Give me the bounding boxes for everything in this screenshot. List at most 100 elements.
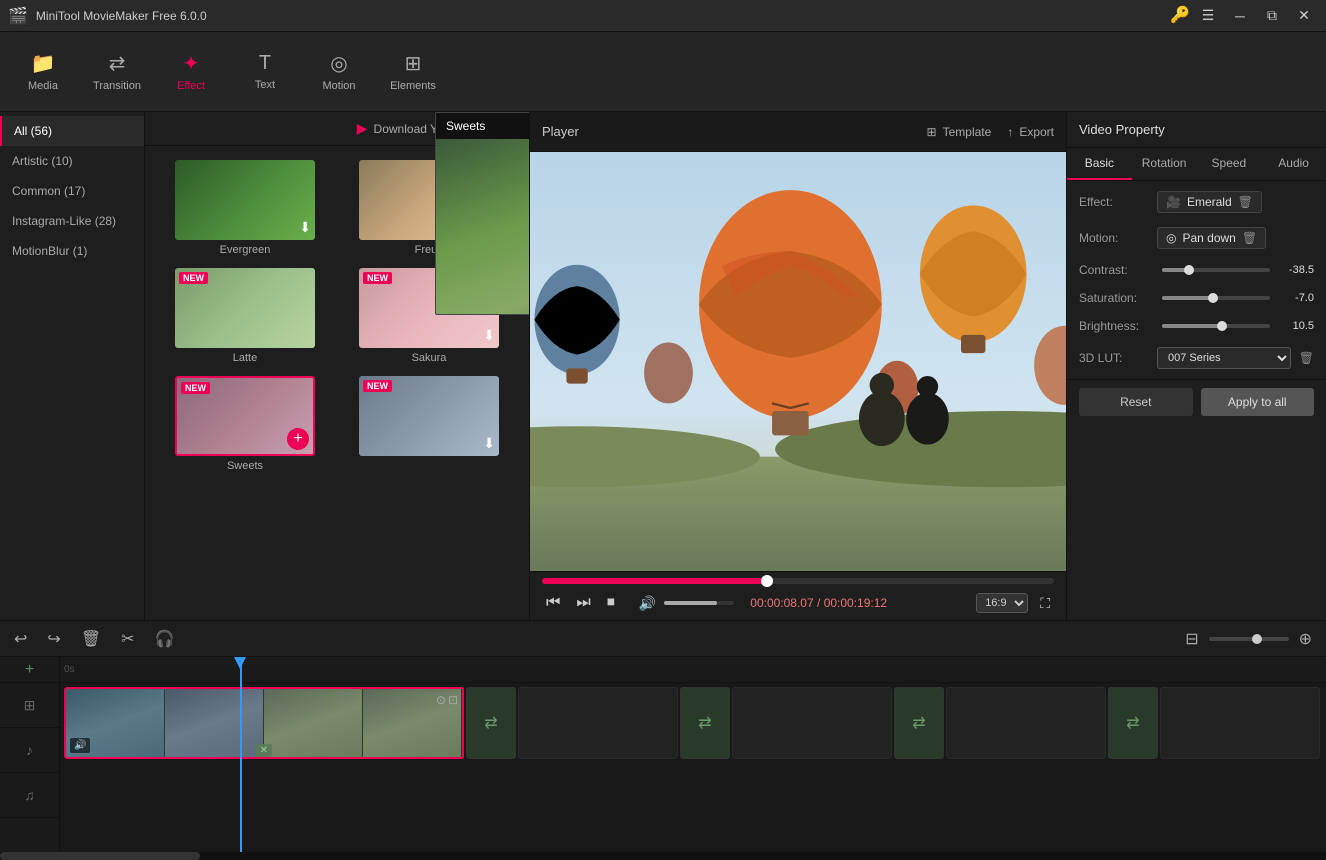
app-icon: 🎬 [8, 6, 28, 26]
motion-delete-btn[interactable]: 🗑 [1242, 231, 1257, 245]
download-icon: ⬇ [299, 219, 311, 236]
reset-btn[interactable]: Reset [1079, 388, 1193, 416]
download-icon: ⬇ [483, 435, 495, 452]
effect-sweets[interactable]: NEW + Sweets [153, 370, 337, 478]
zoom-out-btn[interactable]: ⊟ [1179, 625, 1204, 653]
timeline-tracks: ⊙ ⊡ 🔊 ✕ ⇄ ⇄ [60, 683, 1326, 833]
new-badge: NEW [363, 380, 392, 392]
video-frame [530, 152, 1066, 571]
skip-forward-btn[interactable]: ⏭ [572, 592, 594, 614]
zoom-in-btn[interactable]: ⊕ [1293, 625, 1318, 653]
effects-inner: All (56) Artistic (10) Common (17) Insta… [0, 112, 529, 620]
saturation-row: Saturation: -7.0 [1079, 291, 1314, 305]
lut-delete-btn[interactable]: 🗑 [1299, 351, 1314, 365]
brightness-slider[interactable] [1162, 324, 1270, 328]
progress-thumb [761, 575, 773, 587]
effect-latte[interactable]: NEW Latte [153, 262, 337, 370]
tool-elements[interactable]: ⊞ Elements [378, 40, 448, 104]
category-instagram[interactable]: Instagram-Like (28) [0, 206, 144, 236]
transition-slot-2[interactable]: ⇄ [680, 687, 730, 759]
audio-btn[interactable]: 🎧 [149, 625, 181, 653]
titlebar-controls: 🔑 ☰ ─ ⧉ ✕ [1170, 5, 1318, 27]
volume-btn[interactable]: 🔊 [635, 593, 660, 614]
tab-basic[interactable]: Basic [1067, 148, 1132, 180]
transition-slot-1[interactable]: ⇄ [466, 687, 516, 759]
saturation-value: -7.0 [1278, 292, 1314, 304]
timeline-cursor[interactable] [240, 657, 242, 852]
effect-chip-value: Emerald [1187, 195, 1232, 209]
tab-audio[interactable]: Audio [1261, 148, 1326, 180]
sweets-tooltip-image [436, 139, 529, 314]
motion-icon: ◎ [330, 51, 347, 76]
app-container: 📁 Media ⇄ Transition ✦ Effect T Text ◎ M… [0, 32, 1326, 860]
music-track-icon: ♫ [0, 773, 59, 818]
undo-btn[interactable]: ↩ [8, 625, 33, 653]
progress-fill [542, 578, 1054, 584]
effect-misc[interactable]: NEW ⬇ [337, 370, 521, 478]
category-motionblur[interactable]: MotionBlur (1) [0, 236, 144, 266]
fullscreen-btn[interactable]: ⛶ [1036, 593, 1054, 614]
x-badge[interactable]: ✕ [256, 744, 272, 757]
minimize-button[interactable]: ─ [1226, 5, 1254, 27]
tool-effect[interactable]: ✦ Effect [156, 40, 226, 104]
timeline-scroll-thumb [0, 852, 200, 860]
add-media-icon[interactable]: + [0, 657, 59, 683]
zoom-slider[interactable] [1209, 637, 1289, 641]
category-all[interactable]: All (56) [0, 116, 144, 146]
rewind-btn[interactable]: ⏮ [542, 592, 564, 614]
audio-track-row [60, 763, 1326, 798]
speaker-icon: ♪ [26, 742, 33, 758]
category-common[interactable]: Common (17) [0, 176, 144, 206]
restore-button[interactable]: ⧉ [1258, 5, 1286, 27]
close-button[interactable]: ✕ [1290, 5, 1318, 27]
effect-row: Effect: 🎥 Emerald 🗑 [1079, 191, 1314, 213]
tool-text[interactable]: T Text [230, 40, 300, 104]
progress-bar[interactable] [542, 578, 1054, 584]
timeline-scrollbar[interactable] [0, 852, 1326, 860]
category-artistic[interactable]: Artistic (10) [0, 146, 144, 176]
lut-select[interactable]: 007 Series Vintage Cool Blue Warm Gold [1157, 347, 1291, 369]
frame-3 [264, 689, 363, 757]
volume-slider[interactable] [664, 601, 734, 605]
tool-media[interactable]: 📁 Media [8, 40, 78, 104]
toolbar: 📁 Media ⇄ Transition ✦ Effect T Text ◎ M… [0, 32, 1326, 112]
player-controls: ⏮ ⏭ ⏹ 🔊 00:00:08.07 / 00:00:19:12 [530, 571, 1066, 620]
timeline-toolbar: ↩ ↪ 🗑 ✂ 🎧 ⊟ ⊕ [0, 621, 1326, 657]
redo-btn[interactable]: ↪ [41, 625, 66, 653]
aspect-ratio-select[interactable]: 16:9 9:16 1:1 4:3 [976, 593, 1028, 613]
brightness-row: Brightness: 10.5 [1079, 319, 1314, 333]
cut-btn[interactable]: ✂ [115, 625, 140, 653]
menu-button[interactable]: ☰ [1194, 5, 1222, 27]
transition-slot-3[interactable]: ⇄ [894, 687, 944, 759]
apply-all-btn[interactable]: Apply to all [1201, 388, 1315, 416]
effect-sweets-name: Sweets [227, 460, 263, 472]
zoom-controls: ⊟ ⊕ [1179, 625, 1318, 653]
tab-rotation[interactable]: Rotation [1132, 148, 1197, 180]
stop-btn[interactable]: ⏹ [603, 592, 619, 614]
titlebar-left: 🎬 MiniTool MovieMaker Free 6.0.0 [8, 6, 207, 26]
tab-speed[interactable]: Speed [1197, 148, 1262, 180]
add-icon: + [25, 661, 34, 679]
add-effect-btn[interactable]: + [287, 428, 309, 450]
tool-motion[interactable]: ◎ Motion [304, 40, 374, 104]
prop-tabs: Basic Rotation Speed Audio [1067, 148, 1326, 181]
contrast-slider[interactable] [1162, 268, 1270, 272]
effect-chip-icon: 🎥 [1166, 195, 1181, 209]
time-display: 00:00:08.07 / 00:00:19:12 [750, 596, 887, 610]
transition-slot-4[interactable]: ⇄ [1108, 687, 1158, 759]
export-btn[interactable]: ↑ Export [1007, 125, 1054, 139]
contrast-thumb [1184, 265, 1194, 275]
zoom-thumb [1252, 634, 1262, 644]
template-btn[interactable]: ⊞ Template [927, 125, 992, 139]
video-clip[interactable]: ⊙ ⊡ 🔊 ✕ [64, 687, 464, 759]
tool-transition[interactable]: ⇄ Transition [82, 40, 152, 104]
effect-evergreen[interactable]: ⬇ Evergreen [153, 154, 337, 262]
empty-clip-3 [946, 687, 1106, 759]
saturation-slider[interactable] [1162, 296, 1270, 300]
effect-chip: 🎥 Emerald 🗑 [1157, 191, 1262, 213]
delete-btn[interactable]: 🗑 [75, 625, 107, 653]
template-icon: ⊞ [927, 125, 937, 139]
effect-delete-btn[interactable]: 🗑 [1238, 195, 1253, 209]
tool-effect-label: Effect [177, 80, 205, 92]
brightness-value: 10.5 [1278, 320, 1314, 332]
